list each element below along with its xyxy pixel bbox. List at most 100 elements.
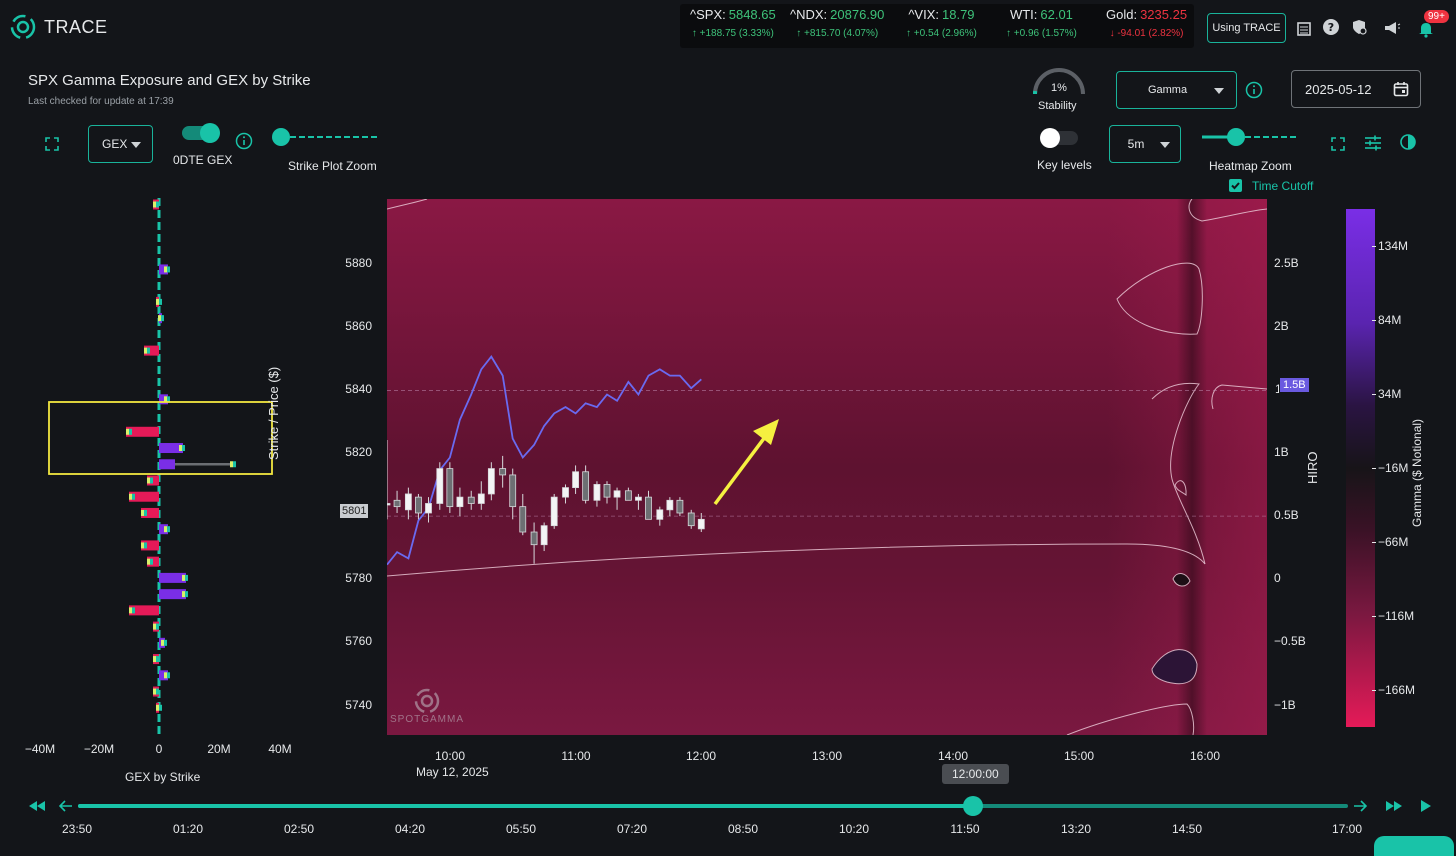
heatmap-zoom-slider[interactable] [1200, 127, 1298, 147]
candle[interactable] [550, 493, 558, 529]
colorbar-tick: 84M [1378, 313, 1402, 327]
megaphone-icon[interactable] [1382, 18, 1402, 38]
candle[interactable] [446, 462, 454, 513]
strike-marker [156, 623, 159, 630]
key-levels-label: Key levels [1037, 158, 1092, 172]
strike-marker [182, 591, 185, 598]
ticker-symbol: ^SPX: [690, 7, 726, 22]
key-levels-toggle[interactable] [1040, 128, 1078, 148]
date-picker[interactable]: 2025-05-12 [1291, 70, 1421, 108]
ticker-price: 5848.65 [728, 7, 776, 22]
heatmap-y-tick: 5780 [345, 571, 372, 585]
odte-gex-toggle[interactable] [182, 123, 220, 143]
timeline-label: 10:20 [838, 822, 870, 836]
strike-marker [185, 591, 188, 598]
trace-logo-icon [10, 14, 36, 40]
strike-marker [164, 526, 167, 533]
colorbar-tick: −116M [1378, 609, 1415, 623]
timeline-label: 11:50 [950, 822, 980, 836]
heatmap-x-tick: 15:00 [1063, 749, 1095, 763]
time-cutoff-checkbox[interactable] [1229, 179, 1242, 192]
odte-gex-label: 0DTE GEX [173, 153, 233, 167]
ticker-change: ↑ +0.54 (2.96%) [906, 28, 977, 39]
colorbar-tick: 34M [1378, 387, 1402, 401]
time-cutoff-label: Time Cutoff [1252, 179, 1314, 193]
colorbar-tick: −16M [1378, 461, 1409, 475]
sliders-icon[interactable] [1363, 133, 1383, 153]
timeline-label: 01:20 [172, 822, 204, 836]
spotgamma-watermark: SPOTGAMMA [390, 688, 464, 725]
colorbar-tick-mark [1372, 246, 1376, 247]
app-logo[interactable]: TRACE [10, 14, 108, 40]
using-trace-button[interactable]: Using TRACE [1207, 13, 1286, 43]
timeline-label: 04:20 [394, 822, 426, 836]
step-forward-icon[interactable] [1350, 796, 1370, 816]
strike-zoom-slider[interactable] [272, 127, 380, 147]
timeline-progress [78, 804, 974, 808]
corner-fab[interactable] [1374, 836, 1454, 856]
chevron-down-icon [1160, 142, 1170, 148]
strike-marker [156, 656, 159, 663]
strike-x-tick: 20M [207, 742, 231, 756]
strike-marker [141, 542, 144, 549]
skip-back-icon[interactable] [27, 796, 47, 816]
strike-marker [147, 558, 150, 565]
heatmap-x-tick: 10:00 [434, 749, 466, 763]
strike-x-tick: 40M [268, 742, 292, 756]
hiro-tick: 1.5B [1275, 382, 1279, 396]
strike-marker [153, 688, 156, 695]
strike-marker [161, 315, 164, 322]
heatmap-zoom-label: Heatmap Zoom [1209, 159, 1292, 173]
colorbar-tick-mark [1372, 468, 1376, 469]
contrast-icon[interactable] [1398, 132, 1418, 152]
timeline-thumb[interactable] [963, 796, 984, 816]
calendar-icon [1393, 82, 1409, 97]
candle[interactable] [676, 497, 684, 517]
expand-strike-chart-icon[interactable] [42, 134, 62, 154]
strike-bar[interactable] [159, 459, 175, 470]
strike-marker [230, 461, 233, 468]
gamma-heatmap-chart [387, 199, 1267, 735]
heatmap-y-tick: 5840 [345, 382, 372, 396]
heatmap-x-tick: 12:00 [685, 749, 717, 763]
document-icon[interactable] [1294, 19, 1314, 39]
ticker-symbol: ^NDX: [790, 7, 828, 22]
strike-marker [132, 607, 135, 614]
heatmap-y-tick: 5740 [345, 698, 372, 712]
strike-marker [144, 542, 147, 549]
chevron-down-icon [131, 142, 141, 148]
heatmap-date-label: May 12, 2025 [416, 765, 489, 779]
ticker-price: 62.01 [1040, 7, 1073, 22]
help-icon[interactable]: ? [1321, 17, 1341, 37]
ticker-4[interactable]: Gold: 3235.25 ↓ -94.01 (2.82%) [1106, 7, 1187, 47]
gamma-select[interactable]: Gamma [1116, 71, 1237, 109]
notification-badge: 99+ [1424, 10, 1449, 23]
expand-heatmap-icon[interactable] [1328, 134, 1348, 154]
interval-select-value: 5m [1127, 137, 1145, 151]
step-back-icon[interactable] [56, 796, 76, 816]
settings-user-icon[interactable] [1349, 17, 1369, 37]
ticker-3[interactable]: WTI: 62.01 ↑ +0.96 (1.57%) [1006, 7, 1077, 47]
ticker-0[interactable]: ^SPX: 5848.65 ↑ +188.75 (3.33%) [690, 7, 776, 47]
candle[interactable] [436, 462, 444, 510]
ticker-1[interactable]: ^NDX: 20876.90 ↑ +815.70 (4.07%) [790, 7, 884, 47]
info-icon[interactable] [1244, 80, 1264, 100]
strike-bar[interactable] [159, 572, 186, 583]
strike-marker [167, 526, 170, 533]
skip-forward-icon[interactable] [1384, 796, 1404, 816]
candle[interactable] [687, 509, 695, 529]
ticker-price: 20876.90 [830, 7, 885, 22]
info-icon[interactable] [234, 131, 254, 151]
strike-marker [126, 428, 129, 435]
ticker-2[interactable]: ^VIX: 18.79 ↑ +0.54 (2.96%) [906, 7, 977, 47]
play-icon[interactable] [1416, 796, 1436, 816]
strike-bar[interactable] [159, 589, 186, 600]
heatmap-y-tick: 5860 [345, 319, 372, 333]
gex-select[interactable]: GEX [88, 125, 153, 163]
colorbar-tick: −166M [1378, 683, 1416, 697]
hiro-tick: 1B [1274, 445, 1289, 459]
hiro-current-tag: 1.5B [1280, 378, 1309, 392]
interval-select[interactable]: 5m [1109, 125, 1181, 163]
strike-zoom-label: Strike Plot Zoom [288, 159, 377, 173]
timeline-label: 23:50 [61, 822, 93, 836]
